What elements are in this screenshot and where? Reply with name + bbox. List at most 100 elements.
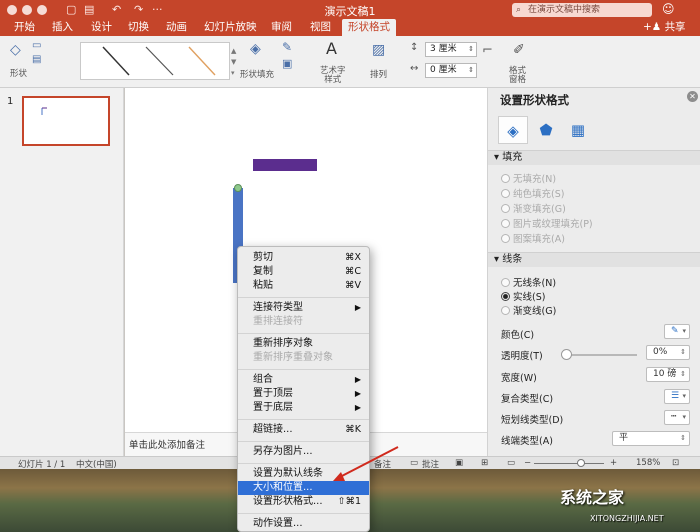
radio-no-fill[interactable]: 无填充(N) [501,171,556,185]
menu-item-connector-type[interactable]: 连接符类型 ▶ [238,301,369,315]
width-icon: ↔ [410,63,419,74]
shape-height-input[interactable]: 3 厘米 ⇕ [425,42,477,57]
menu-item-hyperlink[interactable]: 超链接... ⌘K [238,423,369,437]
tab-view[interactable]: 视图 [310,19,331,36]
menu-label: 置于底层 [253,402,293,413]
share-button[interactable]: +♟ 共享 [643,19,686,35]
dropdown-icon: ⇕ [680,434,686,442]
menu-label: 超链接... [253,424,293,435]
shape-width-input[interactable]: 0 厘米 ⇕ [425,63,477,78]
zoom-out-icon[interactable]: − [524,458,531,468]
shape-style-gallery[interactable] [80,42,230,80]
line-style-gray [145,46,174,76]
menu-label: 重新排序对象 [253,338,313,349]
menu-label: 组合 [253,374,273,385]
stepper-icon[interactable]: ⇕ [468,43,474,56]
menu-label: 设置为默认线条 [253,468,323,479]
line-section-header[interactable]: ▾ 线条 [488,252,700,267]
color-label: 颜色(C) [501,330,535,341]
slide-thumbnail[interactable] [22,96,110,146]
textbox-icon[interactable]: ▤ [32,54,41,65]
stepper-icon[interactable]: ⇕ [680,368,686,381]
radio-icon [501,189,510,198]
slide-sorter-icon[interactable]: ⊞ [481,458,488,468]
dash-type-dropdown[interactable]: ┅ ▾ [664,410,690,425]
menu-item-paste[interactable]: 粘贴 ⌘V [238,279,369,293]
tab-transitions[interactable]: 切换 [128,19,149,36]
zoom-slider-knob[interactable] [577,459,585,467]
menu-item-action-settings[interactable]: 动作设置... [238,517,369,531]
search-input[interactable]: ⌕ 在演示文稿中搜索 [512,3,652,17]
slide-thumbnail-panel: 1 [0,88,124,456]
menu-label: 设置形状格式... [253,496,323,507]
radio-picture-fill[interactable]: 图片或纹理填充(P) [501,216,593,230]
size-properties-tab-icon[interactable]: ▦ [563,116,593,144]
selection-handle[interactable] [234,184,242,192]
radio-gradient-line[interactable]: 渐变线(G) [501,303,556,317]
radio-pattern-fill[interactable]: 图案填充(A) [501,231,565,245]
tab-home[interactable]: 开始 [14,19,35,36]
close-icon[interactable]: ✕ [687,91,698,102]
menu-separator [238,463,369,464]
gallery-scroll-icons[interactable]: ▲ ▼ ▾ [231,46,236,79]
arrange-icon[interactable]: ▨ [372,42,385,58]
option-label: 渐变填充(G) [513,204,566,215]
line-width-input[interactable]: 10 磅 ⇕ [646,367,690,382]
menu-item-set-default-line[interactable]: 设置为默认线条 [238,467,369,481]
thumbnail-preview [41,107,47,115]
lock-aspect-icon[interactable]: ⌐ [482,43,493,58]
shape-outline-icon[interactable]: ✎ [282,40,292,54]
fill-line-tab-icon[interactable]: ◈ [498,116,528,144]
menu-item-save-as-picture[interactable]: 另存为图片... [238,445,369,459]
purple-horizontal-line-shape[interactable] [253,159,317,171]
dash-type-label: 短划线类型(D) [501,415,564,426]
line-color-picker[interactable]: ✎ ▾ [664,324,690,339]
tab-shape-format[interactable]: 形状格式 [342,19,396,36]
menu-item-bring-to-front[interactable]: 置于顶层 ▶ [238,387,369,401]
stepper-icon[interactable]: ⇕ [680,346,686,359]
radio-solid-fill[interactable]: 纯色填充(S) [501,186,564,200]
edit-shape-icon[interactable]: ▭ [32,40,41,51]
transparency-slider-knob[interactable] [561,349,572,360]
zoom-in-icon[interactable]: + [610,458,617,468]
radio-gradient-fill[interactable]: 渐变填充(G) [501,201,566,215]
normal-view-icon[interactable]: ▣ [455,458,463,468]
radio-icon [501,174,510,183]
tab-review[interactable]: 审阅 [271,19,292,36]
feedback-smiley-icon[interactable]: ☺ [662,2,675,16]
format-pane-icon[interactable]: ✐ [513,42,525,58]
menu-item-reorder-objects[interactable]: 重新排序对象 [238,337,369,351]
menu-separator [238,333,369,334]
menu-item-format-shape[interactable]: 设置形状格式... ⇧⌘1 [238,495,369,509]
arrange-label: 排列 [370,70,388,80]
wordart-icon[interactable]: A [326,39,337,58]
fit-slide-icon[interactable]: ⊡ [672,458,679,468]
pane-title: 设置形状格式 [500,93,569,107]
menu-item-cut[interactable]: 剪切 ⌘X [238,251,369,265]
compound-type-dropdown[interactable]: ☰ ▾ [664,389,690,404]
tab-design[interactable]: 设计 [91,19,112,36]
tab-slideshow[interactable]: 幻灯片放映 [204,19,257,36]
menu-item-group[interactable]: 组合 ▶ [238,373,369,387]
transparency-input[interactable]: 0% ⇕ [646,345,690,360]
shape-fill-icon[interactable]: ◈ [250,41,261,57]
radio-no-line[interactable]: 无线条(N) [501,275,556,289]
stepper-icon[interactable]: ⇕ [468,64,474,77]
cap-type-dropdown[interactable]: 平 ⇕ [612,431,690,446]
slideshow-icon[interactable]: ▭ [507,458,515,468]
menu-item-copy[interactable]: 复制 ⌘C [238,265,369,279]
tab-insert[interactable]: 插入 [52,19,73,36]
zoom-level[interactable]: 158% [636,458,660,468]
tab-animations[interactable]: 动画 [166,19,187,36]
menu-item-size-and-position[interactable]: 大小和位置... [238,481,369,495]
shape-effects-icon[interactable]: ▣ [282,57,292,70]
menu-label: 剪切 [253,252,273,263]
radio-solid-line[interactable]: 实线(S) [501,289,545,303]
effects-tab-icon[interactable]: ⬟ [531,116,561,144]
shapes-icon[interactable]: ◇ [10,42,21,58]
menu-item-send-to-back[interactable]: 置于底层 ▶ [238,401,369,415]
fill-section-header[interactable]: ▾ 填充 [488,150,700,165]
transparency-slider-track[interactable] [567,354,637,356]
option-label: 渐变线(G) [513,306,557,317]
zoom-slider-track[interactable] [534,463,604,464]
